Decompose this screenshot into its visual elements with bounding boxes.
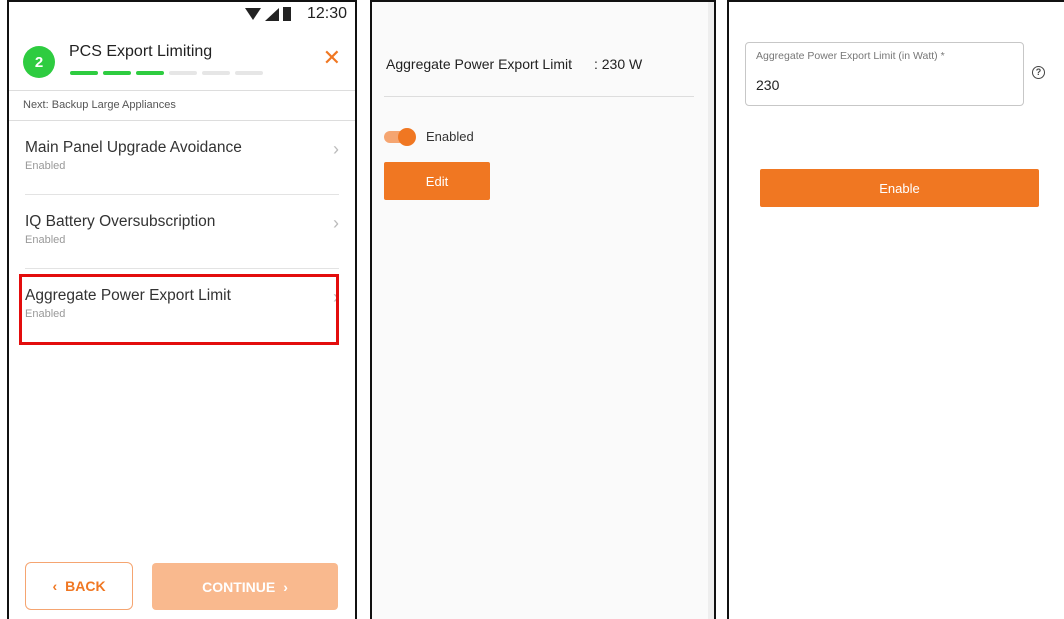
detail-content: Aggregate Power Export Limit : 230 W Ena… bbox=[372, 2, 710, 619]
enable-button[interactable]: Enable bbox=[760, 169, 1039, 207]
export-limit-form-panel: Aggregate Power Export Limit (in Watt) *… bbox=[727, 0, 1064, 619]
toggle-label: Enabled bbox=[426, 129, 474, 144]
continue-button[interactable]: CONTINUE › bbox=[152, 563, 338, 610]
page-title: PCS Export Limiting bbox=[69, 43, 213, 60]
menu-item-title: IQ Battery Oversubscription bbox=[25, 213, 216, 230]
menu-item-battery-oversubscription[interactable]: IQ Battery Oversubscription Enabled › bbox=[25, 195, 339, 269]
progress-segment bbox=[202, 71, 230, 75]
battery-icon bbox=[283, 7, 291, 21]
status-bar: 12:30 bbox=[9, 2, 355, 30]
export-limit-detail-panel: Aggregate Power Export Limit : 230 W Ena… bbox=[370, 0, 716, 619]
menu-item-main-panel[interactable]: Main Panel Upgrade Avoidance Enabled › bbox=[25, 121, 339, 195]
back-button[interactable]: ‹ BACK bbox=[25, 562, 133, 610]
close-icon[interactable]: ✕ bbox=[323, 47, 341, 69]
scrollbar[interactable] bbox=[708, 2, 714, 619]
step-progress bbox=[70, 71, 263, 75]
limit-summary: Aggregate Power Export Limit : 230 W bbox=[386, 56, 642, 72]
menu-item-status: Enabled bbox=[25, 234, 66, 246]
progress-segment bbox=[103, 71, 131, 75]
help-icon[interactable]: ? bbox=[1032, 66, 1045, 79]
progress-segment bbox=[70, 71, 98, 75]
wifi-icon bbox=[245, 8, 261, 20]
menu-item-status: Enabled bbox=[25, 160, 66, 172]
menu-item-title: Main Panel Upgrade Avoidance bbox=[25, 139, 242, 156]
progress-segment bbox=[136, 71, 164, 75]
chevron-left-icon: ‹ bbox=[52, 578, 58, 594]
enabled-toggle[interactable] bbox=[384, 128, 416, 146]
continue-label: CONTINUE bbox=[202, 578, 276, 595]
field-label: Aggregate Power Export Limit (in Watt) * bbox=[756, 50, 945, 62]
limit-value: : 230 W bbox=[593, 56, 643, 72]
divider bbox=[384, 96, 694, 97]
progress-segment bbox=[235, 71, 263, 75]
highlight-box bbox=[19, 274, 339, 345]
edit-button[interactable]: Edit bbox=[384, 162, 490, 200]
toggle-knob bbox=[398, 128, 416, 146]
export-limit-field[interactable]: Aggregate Power Export Limit (in Watt) * bbox=[745, 42, 1024, 106]
chevron-right-icon: › bbox=[333, 213, 339, 233]
limit-label: Aggregate Power Export Limit bbox=[386, 56, 572, 72]
step-badge: 2 bbox=[23, 46, 55, 78]
signal-icon bbox=[265, 7, 279, 21]
next-step-text: Next: Backup Large Appliances bbox=[9, 90, 355, 121]
export-limit-input[interactable] bbox=[756, 77, 1006, 93]
phone-screen: 12:30 2 PCS Export Limiting ✕ Next: Back… bbox=[7, 0, 357, 619]
chevron-right-icon: › bbox=[283, 578, 288, 595]
chevron-right-icon: › bbox=[333, 139, 339, 159]
status-time: 12:30 bbox=[306, 5, 347, 22]
status-icons bbox=[245, 7, 291, 21]
wizard-header: 2 PCS Export Limiting ✕ bbox=[9, 30, 355, 90]
progress-segment bbox=[169, 71, 197, 75]
back-label: BACK bbox=[65, 578, 106, 594]
